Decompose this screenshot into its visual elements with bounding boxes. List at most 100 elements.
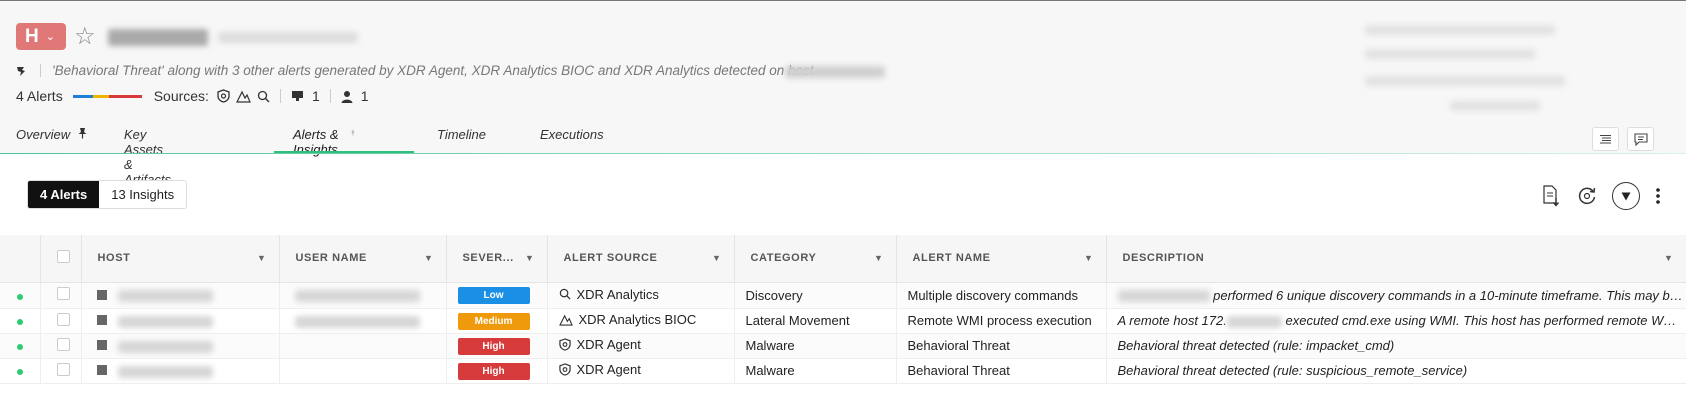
alerts-count: 4 Alerts (16, 88, 63, 104)
users-count: 1 (341, 88, 369, 104)
divider (40, 64, 41, 77)
severity-badge: Medium (457, 312, 530, 330)
alert-name-cell: Multiple discovery commands (896, 282, 1107, 309)
filter-icon[interactable]: ▼ (257, 253, 267, 263)
tab-overview[interactable]: Overview (16, 120, 88, 153)
user-icon (341, 90, 353, 103)
column-alert-source[interactable]: ALERT SOURCE ▼ (547, 235, 735, 283)
windows-icon (96, 340, 107, 350)
filter-icon[interactable]: ▼ (712, 253, 722, 263)
table-header-row: HOST ▼ USER NAME ▼ SEVER... ▼ ALERT SOURCE ▼… (0, 235, 1686, 283)
list-icon (1600, 134, 1611, 143)
table-row[interactable]: Medium XDR Analytics BIOC Lateral Moveme… (0, 308, 1686, 334)
alerts-table: HOST ▼ USER NAME ▼ SEVER... ▼ ALERT SOURCE ▼… (0, 235, 1686, 384)
endpoints-count: 1 (291, 88, 320, 104)
category-cell: Lateral Movement (734, 308, 897, 334)
category-cell: Discovery (734, 282, 897, 309)
status-dot (17, 293, 23, 300)
chevron-down-icon: ⌄ (45, 31, 55, 43)
row-checkbox[interactable] (56, 287, 70, 300)
analytics-icon (559, 289, 571, 300)
monitor-icon (291, 91, 303, 101)
alerts-toggle-button[interactable]: 4 Alerts (28, 181, 100, 208)
description-prefix: A remote host 172. (1117, 313, 1227, 328)
select-all-checkbox[interactable] (56, 250, 70, 264)
comment-icon (1633, 132, 1648, 146)
more-options-button[interactable] (1646, 182, 1670, 210)
incident-description-row: 'Behavioral Threat' along with 3 other a… (16, 63, 814, 78)
filter-icon (1621, 192, 1631, 200)
insights-toggle-button[interactable]: 13 Insights (99, 181, 187, 208)
column-alert-name[interactable]: ALERT NAME ▼ (896, 235, 1107, 283)
incident-description: 'Behavioral Threat' along with 3 other a… (52, 63, 814, 78)
filter-icon[interactable]: ▼ (424, 253, 434, 263)
filter-icon[interactable]: ▼ (1084, 253, 1094, 263)
status-column-header (0, 235, 41, 283)
tab-timeline[interactable]: Timeline (437, 120, 486, 153)
table-row[interactable]: High XDR Agent Malware Behavioral Threat… (0, 333, 1686, 359)
redacted-incident-subtitle (218, 32, 358, 43)
redacted-incident-properties (1365, 76, 1565, 86)
incident-meta-row: 4 Alerts Sources: 1 1 (16, 88, 369, 104)
kebab-icon (1656, 188, 1660, 204)
column-category[interactable]: CATEGORY ▼ (734, 235, 897, 283)
windows-icon (96, 289, 107, 300)
filter-icon[interactable]: ▼ (525, 253, 535, 263)
description-cell: performed 6 unique discovery commands in… (1213, 287, 1686, 303)
table-row[interactable]: Low XDR Analytics Discovery Multiple dis… (0, 282, 1686, 309)
divider (329, 89, 331, 103)
redacted-host (118, 340, 214, 353)
bioc-icon (235, 90, 251, 103)
alert-name-cell: Behavioral Threat (896, 333, 1107, 359)
severity-badge: Low (457, 287, 530, 304)
divider (279, 89, 281, 103)
redacted-host (118, 315, 214, 328)
redacted-host (785, 66, 885, 78)
refresh-button[interactable] (1573, 182, 1601, 210)
tab-alerts-insights[interactable]: Alerts & Insights (293, 120, 356, 157)
shield-icon (217, 89, 230, 103)
row-checkbox[interactable] (56, 312, 70, 326)
sources-label: Sources: (153, 88, 209, 104)
refresh-icon (1578, 187, 1596, 205)
pin-icon (78, 128, 87, 139)
redacted-host (118, 290, 214, 303)
redacted-incident-properties (1365, 25, 1555, 35)
column-severity[interactable]: SEVER... ▼ (446, 235, 548, 283)
row-checkbox[interactable] (56, 337, 70, 351)
pin-icon (350, 130, 356, 136)
list-view-button[interactable] (1592, 127, 1619, 151)
redacted-ip (1226, 315, 1282, 328)
severity-dropdown[interactable]: H ⌄ (16, 23, 66, 50)
tabs-divider (0, 153, 1686, 154)
column-user-name[interactable]: USER NAME ▼ (279, 235, 447, 283)
filter-icon[interactable]: ▼ (874, 253, 884, 263)
table-row[interactable]: High XDR Agent Malware Behavioral Threat… (0, 358, 1686, 384)
incident-header: H ⌄ ☆ 'Behavioral Threat' along with 3 o… (0, 0, 1686, 153)
description-cell: Behavioral threat detected (rule: suspic… (1106, 358, 1686, 384)
category-cell: Malware (734, 333, 897, 359)
windows-icon (96, 365, 107, 375)
tab-executions[interactable]: Executions (540, 120, 604, 153)
alerts-insights-toggle: 4 Alerts 13 Insights (27, 180, 188, 209)
severity-badge: High (457, 362, 530, 380)
filter-icon[interactable]: ▼ (1664, 253, 1674, 263)
comments-button[interactable] (1627, 127, 1654, 151)
export-button[interactable] (1537, 182, 1565, 210)
star-icon[interactable]: ☆ (74, 23, 96, 50)
column-host[interactable]: HOST ▼ (81, 235, 280, 283)
status-dot (17, 369, 23, 375)
tab-key-assets[interactable]: Key Assets & Artifacts (124, 120, 171, 187)
filter-button[interactable] (1612, 182, 1640, 210)
redacted-host (118, 365, 214, 378)
column-description[interactable]: DESCRIPTION ▼ (1106, 235, 1686, 283)
shield-icon (558, 363, 571, 376)
description-cell: Behavioral threat detected (rule: impack… (1106, 333, 1686, 359)
severity-badge: High (457, 337, 530, 355)
shield-icon (558, 338, 571, 351)
status-dot (17, 344, 23, 350)
export-icon (1543, 185, 1560, 207)
row-checkbox[interactable] (56, 362, 70, 376)
windows-icon (96, 315, 107, 325)
bioc-icon (558, 314, 573, 326)
